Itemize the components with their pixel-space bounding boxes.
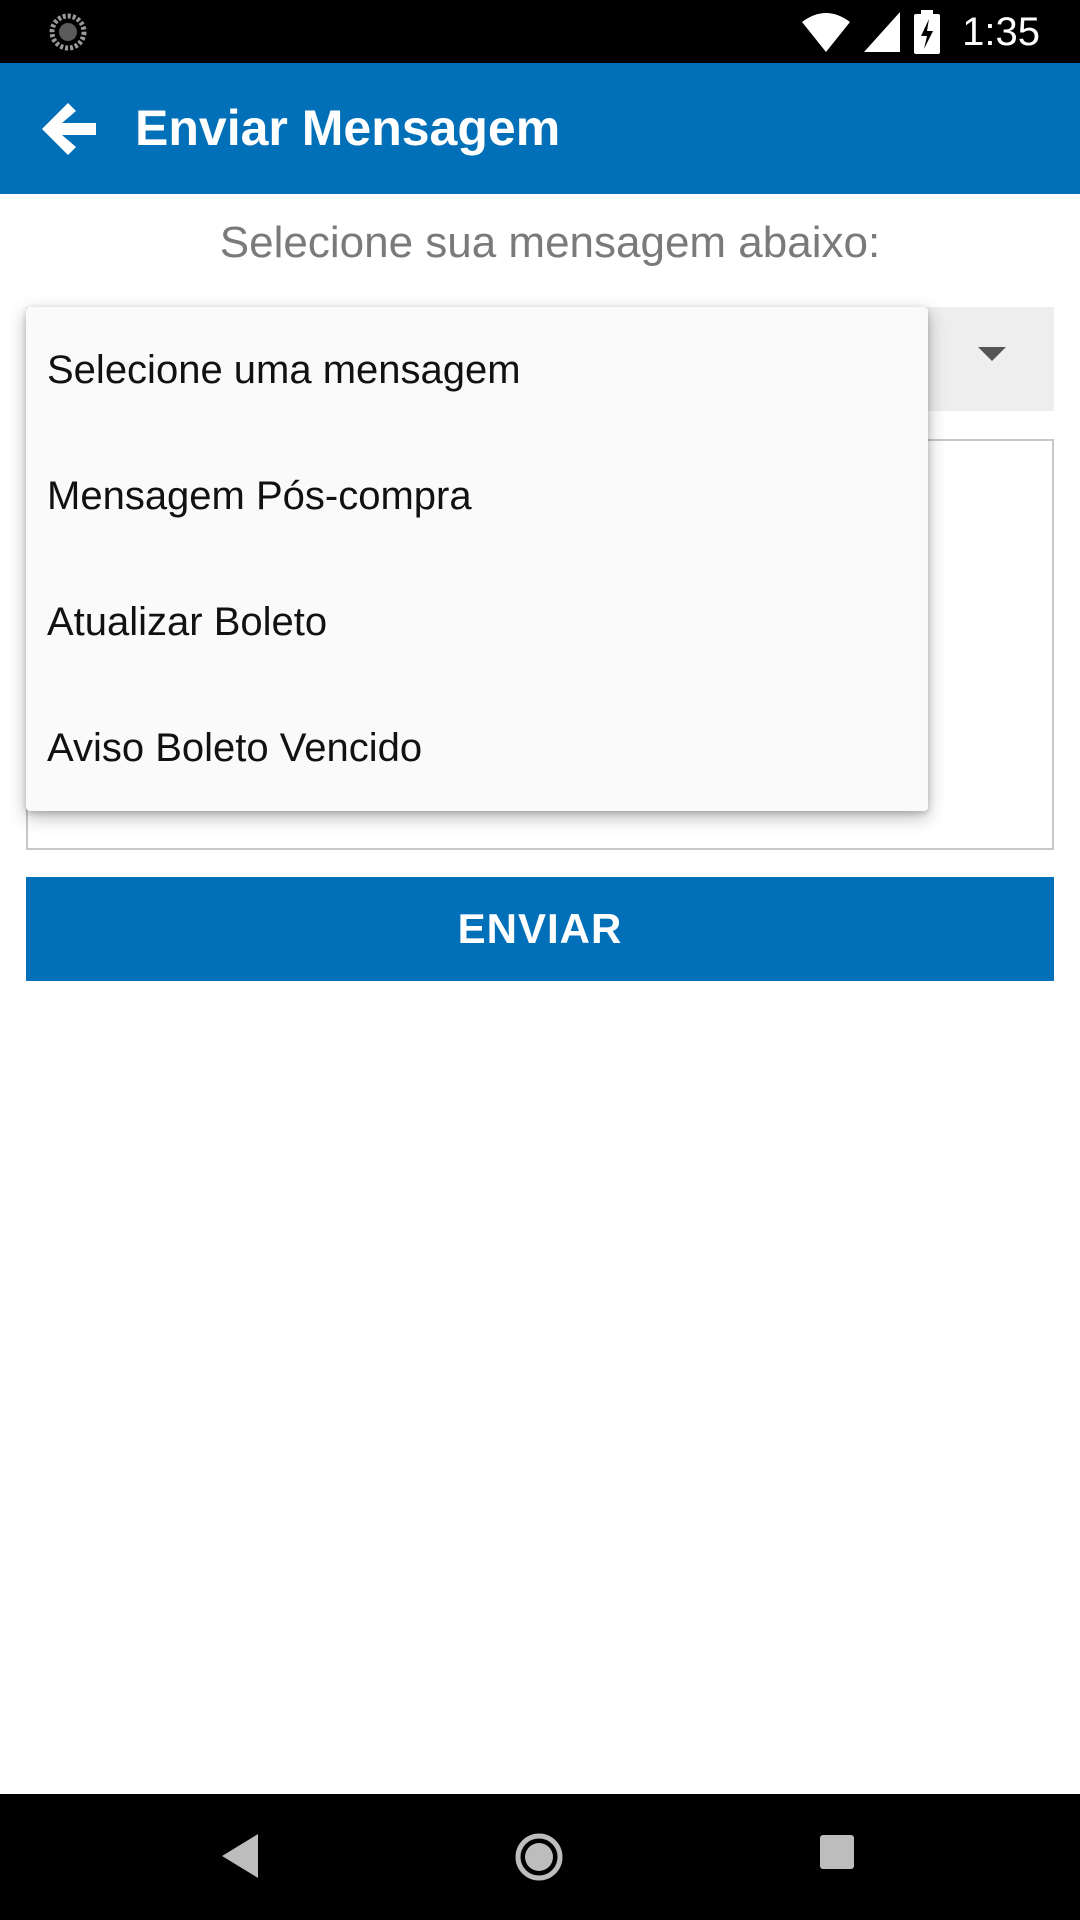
cell-signal-icon	[864, 12, 901, 52]
caret-down-icon	[978, 347, 1006, 361]
navigation-bar	[0, 1794, 1080, 1920]
status-bar: 1:35	[0, 0, 1080, 63]
battery-charging-icon	[914, 10, 941, 54]
nav-home-icon[interactable]	[514, 1832, 564, 1882]
dropdown-option-atualizar-boleto[interactable]: Atualizar Boleto	[26, 559, 928, 685]
dropdown-option-placeholder[interactable]: Selecione uma mensagem	[26, 307, 928, 433]
arrow-left-icon[interactable]	[36, 97, 100, 161]
page-title: Enviar Mensagem	[135, 100, 561, 156]
send-button[interactable]: ENVIAR	[26, 877, 1054, 981]
instruction-text: Selecione sua mensagem abaixo:	[219, 218, 881, 267]
app-bar: Enviar Mensagem	[0, 63, 1080, 194]
status-icons: 1:35	[802, 8, 1040, 56]
dropdown-option-aviso-boleto-vencido[interactable]: Aviso Boleto Vencido	[26, 685, 928, 811]
message-dropdown-menu: Selecione uma mensagem Mensagem Pós-comp…	[26, 307, 928, 811]
wifi-icon	[802, 13, 851, 52]
dropdown-option-pos-compra[interactable]: Mensagem Pós-compra	[26, 433, 928, 559]
status-time: 1:35	[962, 9, 1040, 54]
sync-icon	[49, 13, 87, 51]
nav-recents-icon[interactable]	[820, 1835, 854, 1869]
nav-back-icon[interactable]	[222, 1834, 258, 1878]
